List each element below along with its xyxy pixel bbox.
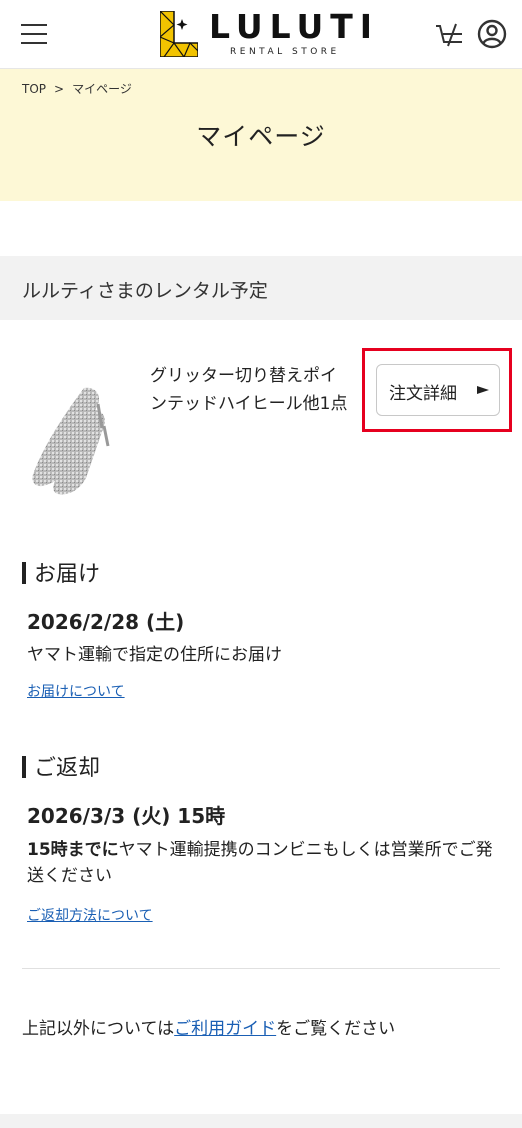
rental-section-title: ルルティさまのレンタル予定 — [22, 280, 268, 302]
guide-suffix: をご覧ください — [276, 1019, 396, 1039]
return-heading-text: ご返却 — [34, 756, 101, 781]
footer-band — [0, 1114, 522, 1128]
logo-text: LULUTI — [209, 7, 380, 46]
delivery-date: 2026/2/28 (土) — [27, 610, 185, 634]
hamburger-icon[interactable] — [21, 24, 47, 44]
user-circle-icon[interactable] — [477, 19, 507, 49]
heading-bar — [22, 756, 26, 778]
order-detail-label: 注文詳細 — [389, 384, 457, 404]
guide-prefix: 上記以外については — [22, 1019, 175, 1039]
breadcrumb-current: マイページ — [72, 82, 132, 96]
product-name: グリッター切り替えポインテッドハイヒール他1点 — [150, 366, 348, 414]
order-card: グリッター切り替えポインテッドハイヒール他1点 注文詳細 — [0, 348, 522, 510]
divider — [22, 968, 500, 969]
guide-text: 上記以外についてはご利用ガイドをご覧ください — [22, 1014, 395, 1039]
usage-guide-link[interactable]: ご利用ガイド — [174, 1019, 276, 1039]
return-text: 15時までにヤマト運輸提携のコンビニもしくは営業所でご発送ください — [27, 837, 507, 889]
page-hero: TOP > マイページ マイページ — [0, 69, 522, 201]
triangle-right-icon — [477, 386, 489, 394]
return-deadline: 15時までに — [27, 840, 119, 860]
logo-subtitle: RENTAL STORE — [230, 47, 340, 57]
breadcrumb-separator: > — [54, 82, 65, 96]
breadcrumb-top-link[interactable]: TOP — [22, 82, 46, 96]
delivery-heading: お届け — [22, 556, 100, 588]
return-method-link[interactable]: ご返却方法について — [27, 905, 153, 925]
delivery-heading-text: お届け — [34, 562, 101, 587]
rental-section-header: ルルティさまのレンタル予定 — [0, 256, 522, 320]
logo-mark-icon — [160, 11, 198, 57]
delivery-text: ヤマト運輸で指定の住所にお届け — [27, 645, 282, 665]
cart-icon[interactable] — [434, 20, 466, 48]
return-date: 2026/3/3 (火) 15時 — [27, 804, 226, 828]
site-header: LULUTI RENTAL STORE — [0, 0, 522, 69]
breadcrumb: TOP > マイページ — [22, 80, 132, 97]
delivery-info-link[interactable]: お届けについて — [27, 681, 125, 701]
order-detail-button[interactable]: 注文詳細 — [376, 364, 500, 416]
heading-bar — [22, 562, 26, 584]
luluti-logo[interactable]: LULUTI RENTAL STORE — [160, 9, 372, 61]
return-heading: ご返却 — [22, 750, 100, 782]
page-title: マイページ — [196, 122, 326, 151]
product-image[interactable] — [24, 380, 120, 498]
